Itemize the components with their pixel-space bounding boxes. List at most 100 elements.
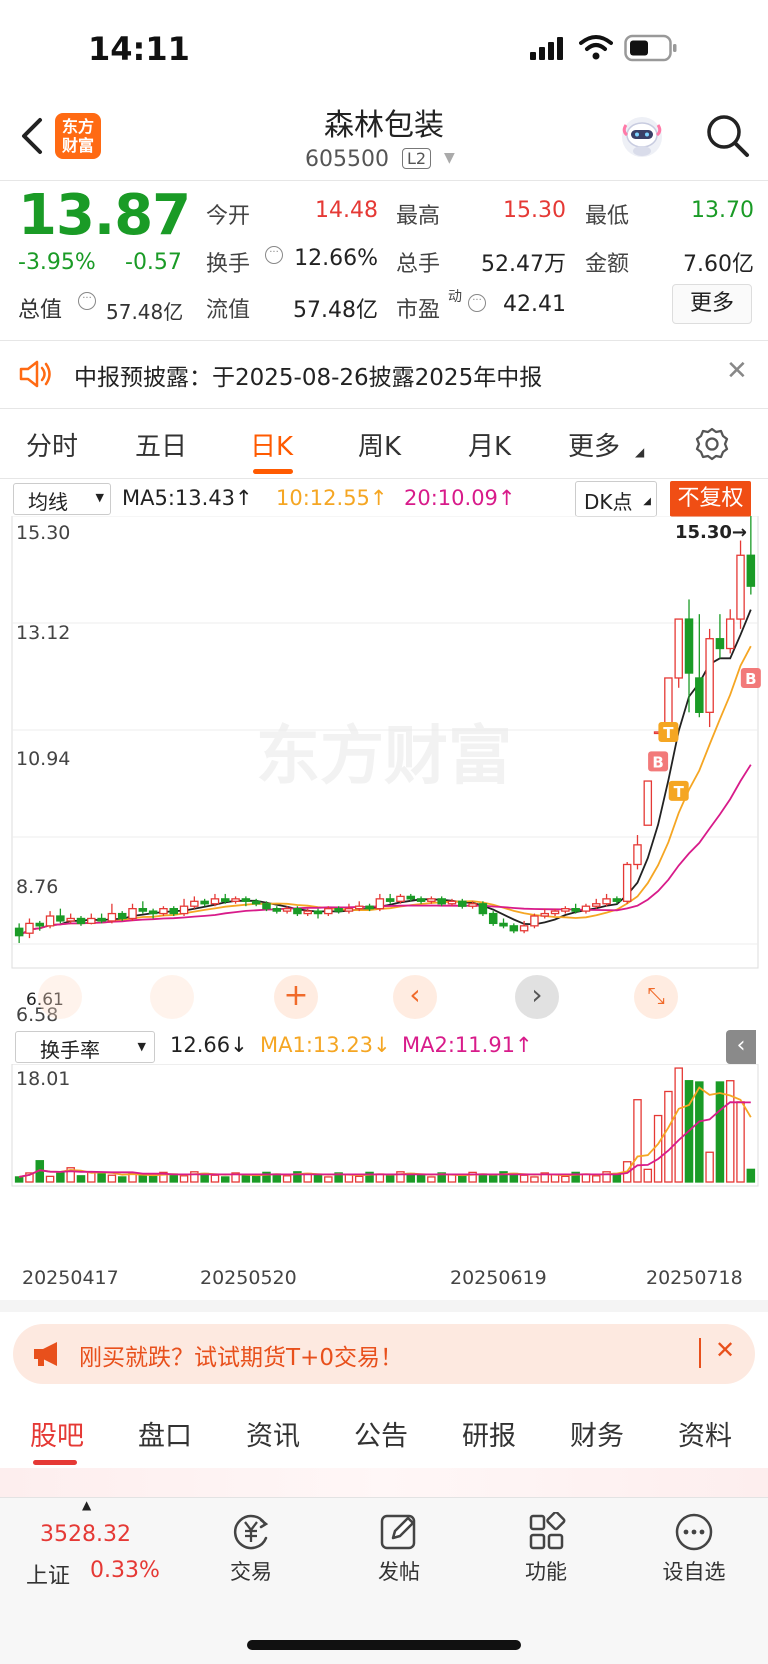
turnover-bar xyxy=(664,1090,673,1183)
tab-finance[interactable]: 财务 xyxy=(570,1414,624,1453)
date-axis-label: 20250619 xyxy=(450,1267,547,1289)
candle-body xyxy=(396,895,405,902)
turnover-bar xyxy=(138,1174,148,1183)
candle-body xyxy=(334,908,343,912)
futures-promo-banner[interactable]: 刚买就跌？试试期货T+0交易！ ✕ xyxy=(13,1324,755,1384)
price-axis-label: 13.12 xyxy=(16,622,71,644)
candle-body xyxy=(221,898,230,902)
pe-superscript: 动 xyxy=(448,289,462,305)
tab-profile[interactable]: 资料 xyxy=(678,1414,732,1453)
l2-badge[interactable]: L2 xyxy=(402,148,432,169)
tab-guba[interactable]: 股吧 xyxy=(30,1414,84,1453)
turnover-bar xyxy=(695,1081,704,1183)
candle-body xyxy=(385,898,395,902)
turnover-bar xyxy=(488,1175,498,1183)
chart-control-blank-button[interactable] xyxy=(38,975,82,1019)
caret-down-icon: ◢ xyxy=(635,445,645,459)
report-notice[interactable]: 中报预披露：于2025-08-26披露2025年中报 xyxy=(74,358,542,392)
home-indicator xyxy=(247,1640,521,1650)
tab-research[interactable]: 研报 xyxy=(462,1414,516,1453)
high-label: 最高 xyxy=(396,204,441,229)
tab-announcements[interactable]: 公告 xyxy=(354,1414,408,1453)
candlestick-chart[interactable]: 东方财富 BTTB xyxy=(0,516,768,1026)
chart-control-left-button[interactable]: ‹ xyxy=(393,975,437,1019)
candle-body xyxy=(35,922,45,927)
chart-control-add-button[interactable]: + xyxy=(274,975,318,1019)
index-change-percent[interactable]: 0.33% xyxy=(90,1558,160,1583)
candle-body xyxy=(190,900,199,907)
date-axis-label: 20250718 xyxy=(646,1267,743,1289)
turnover-bar xyxy=(643,1168,653,1183)
candle-body xyxy=(25,922,34,934)
search-icon[interactable] xyxy=(702,110,752,160)
grid-icon xyxy=(529,1512,566,1550)
info-icon[interactable]: ··· xyxy=(265,246,283,264)
candle-body xyxy=(406,895,416,900)
more-dots-icon xyxy=(675,1513,713,1551)
turnover-chart[interactable] xyxy=(0,1064,768,1264)
low-value: 13.70 xyxy=(691,198,754,223)
gear-icon[interactable] xyxy=(694,426,730,462)
info-icon[interactable]: ··· xyxy=(468,294,486,312)
candle-body xyxy=(200,900,209,905)
candle-body xyxy=(324,908,333,915)
turnover-bar xyxy=(76,1175,86,1183)
chart-controls: + ‹ › ⤡ xyxy=(0,975,768,1021)
info-icon[interactable]: ··· xyxy=(78,292,96,310)
ma-selector[interactable]: 均线 ▼ xyxy=(13,483,111,515)
caret-down-icon: ▼ xyxy=(95,491,104,504)
collapse-panel-button[interactable]: ‹ xyxy=(726,1030,756,1064)
ma5-legend: MA5:13.43↑ xyxy=(122,486,253,510)
candle-body xyxy=(303,910,312,915)
turnover-bar xyxy=(592,1175,601,1183)
turnover-bar xyxy=(736,1101,745,1183)
index-name[interactable]: 上证 xyxy=(26,1558,70,1590)
candle-body xyxy=(128,908,137,920)
candle-body xyxy=(262,903,271,910)
candle-body xyxy=(45,915,55,927)
indicator-selector[interactable]: 换手率 ▼ xyxy=(15,1031,155,1063)
index-value[interactable]: 3528.32 xyxy=(40,1522,131,1547)
tab-more[interactable]: 更多 xyxy=(568,426,620,463)
tab-five-day[interactable]: 五日 xyxy=(135,426,187,463)
tab-intraday[interactable]: 分时 xyxy=(26,426,78,463)
amount-value: 7.60亿 xyxy=(683,252,754,277)
dk-point-button[interactable]: DK点 ◢ xyxy=(575,481,657,517)
turnover-bar xyxy=(633,1099,642,1183)
chevron-down-icon[interactable]: ▼ xyxy=(444,150,455,166)
more-button[interactable]: 更多 xyxy=(672,284,752,324)
chart-control-right-button[interactable]: › xyxy=(515,975,559,1019)
turnover-frame xyxy=(11,1064,759,1187)
adjustment-button[interactable]: 不复权 xyxy=(670,481,751,517)
wifi-icon xyxy=(579,35,613,60)
close-icon[interactable]: ✕ xyxy=(715,1336,735,1364)
candle-body xyxy=(148,910,158,915)
promo-text: 刚买就跌？试试期货T+0交易！ xyxy=(79,1345,403,1371)
candle-body xyxy=(138,908,148,912)
candle-body xyxy=(571,908,580,912)
tab-weekly-k[interactable]: 周K xyxy=(358,426,401,463)
tab-handicap[interactable]: 盘口 xyxy=(138,1414,192,1453)
tab-news[interactable]: 资讯 xyxy=(246,1414,300,1453)
nav-post[interactable]: 发帖 xyxy=(344,1512,454,1586)
candle-body xyxy=(251,900,261,905)
fullscreen-icon[interactable]: ⤡ xyxy=(634,975,678,1019)
candle-body xyxy=(87,917,96,925)
candle-body xyxy=(509,925,519,932)
nav-functions-label: 功能 xyxy=(525,1560,567,1584)
nav-functions[interactable]: 功能 xyxy=(491,1512,601,1586)
tab-daily-k[interactable]: 日K xyxy=(250,426,293,463)
nav-trade[interactable]: 交易 xyxy=(196,1512,306,1586)
nav-add-watchlist[interactable]: 设自选 xyxy=(639,1512,749,1586)
close-icon[interactable]: ✕ xyxy=(726,356,748,386)
robot-assistant-icon[interactable] xyxy=(618,113,666,161)
open-label: 今开 xyxy=(206,204,251,229)
turnover-value: 12.66% xyxy=(294,246,378,271)
pe-label: 市盈 xyxy=(396,298,441,323)
tab-monthly-k[interactable]: 月K xyxy=(468,426,511,463)
chart-control-blank-button[interactable] xyxy=(150,975,194,1019)
candle-body xyxy=(56,915,65,922)
candle-body xyxy=(365,905,374,910)
float-value: 57.48亿 xyxy=(293,298,378,323)
candle-body xyxy=(684,618,694,674)
